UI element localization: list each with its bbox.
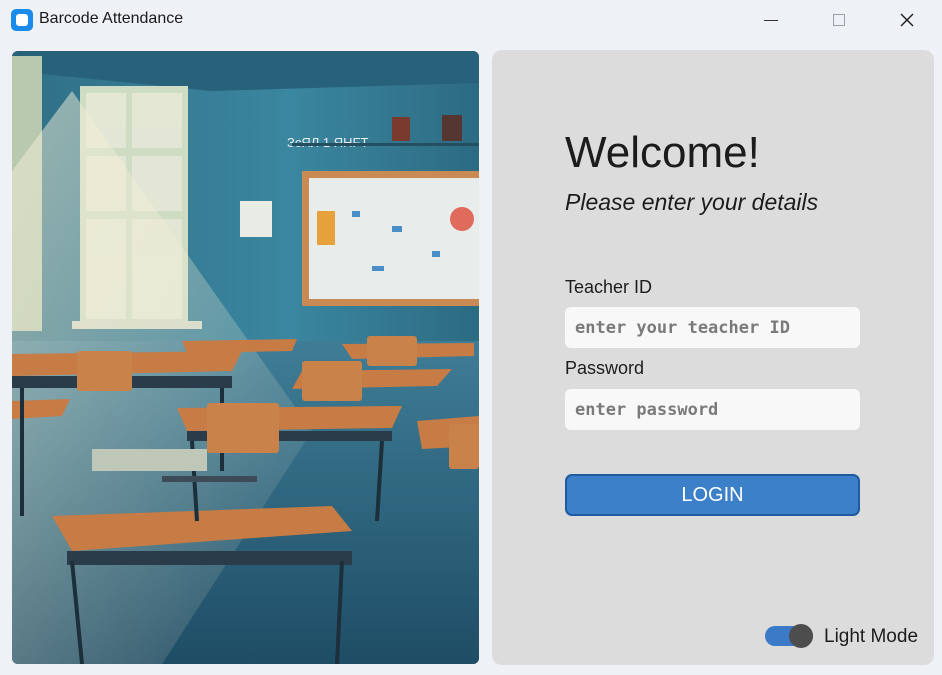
window-title: Barcode Attendance xyxy=(39,10,184,27)
svg-text:ЗсЯЛ 1 ЯНFТ: ЗсЯЛ 1 ЯНFТ xyxy=(287,135,368,150)
light-mode-label: Light Mode xyxy=(824,626,919,647)
login-button[interactable]: LOGIN xyxy=(565,474,860,516)
maximize-button[interactable] xyxy=(816,0,862,40)
light-mode-toggle[interactable] xyxy=(765,624,813,648)
teacher-id-input[interactable] xyxy=(565,307,860,348)
welcome-subheading: Please enter your details xyxy=(565,189,819,215)
welcome-heading: Welcome! xyxy=(565,128,760,177)
maximize-icon xyxy=(833,14,845,26)
title-bar: Barcode Attendance xyxy=(0,0,942,40)
password-input[interactable] xyxy=(565,389,860,430)
password-label: Password xyxy=(565,358,645,378)
toggle-knob xyxy=(789,624,813,648)
app-icon xyxy=(11,9,33,31)
teacher-id-label: Teacher ID xyxy=(565,277,653,297)
minimize-icon xyxy=(764,19,778,21)
close-icon xyxy=(900,13,914,27)
classroom-illustration: ЗсЯЛ 1 ЯНFТ xyxy=(12,51,479,664)
login-panel: Welcome! Please enter your details Teach… xyxy=(492,50,934,665)
close-button[interactable] xyxy=(884,0,930,40)
minimize-button[interactable] xyxy=(748,0,794,40)
